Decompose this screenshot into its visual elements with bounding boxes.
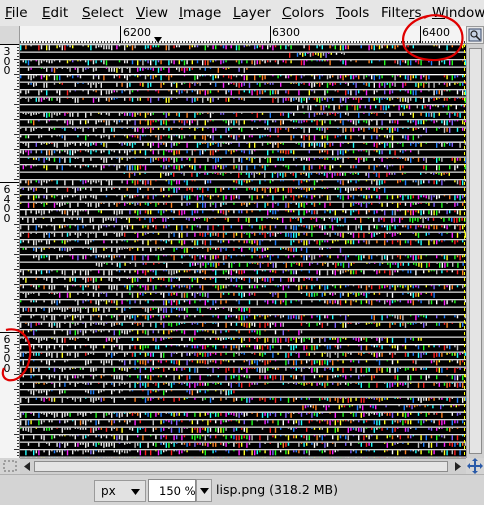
menu-view-label: iew bbox=[144, 5, 169, 21]
menu-select-label: elect bbox=[90, 5, 124, 21]
horizontal-ruler-ticks bbox=[20, 26, 465, 43]
vruler-label-6500: 6500 bbox=[3, 333, 11, 375]
ruler-label-6300: 6300 bbox=[272, 26, 300, 39]
status-filename: lisp.png (318.2 MB) bbox=[216, 482, 339, 497]
zoom-dropdown-button[interactable] bbox=[196, 479, 212, 502]
menu-image[interactable]: Image bbox=[179, 4, 221, 22]
quick-mask-button[interactable] bbox=[0, 458, 20, 474]
menu-image-label: mage bbox=[182, 5, 222, 21]
zoom-selector[interactable] bbox=[148, 479, 212, 502]
menu-tools-label: ools bbox=[341, 5, 370, 21]
chevron-down-icon bbox=[200, 488, 209, 494]
vertical-ruler-ticks bbox=[0, 44, 19, 456]
horizontal-scrollbar[interactable] bbox=[20, 458, 466, 474]
unit-value: px bbox=[101, 484, 116, 498]
vertical-scrollbar[interactable] bbox=[466, 44, 484, 458]
menubar: File Edit Select View Image Layer Colors… bbox=[0, 0, 484, 26]
menu-edit-label: dit bbox=[50, 5, 69, 21]
menu-file-label: ile bbox=[11, 5, 28, 21]
menu-windows-mnemonic: W bbox=[432, 5, 446, 21]
unit-selector[interactable]: px bbox=[94, 480, 146, 502]
arrow-left-icon[interactable] bbox=[21, 461, 33, 472]
menu-view-mnemonic: V bbox=[136, 5, 145, 21]
navigate-icon bbox=[468, 28, 482, 42]
menu-colors-label: olors bbox=[291, 5, 325, 21]
menu-layer-label: ayer bbox=[240, 5, 271, 21]
menu-edit[interactable]: Edit bbox=[42, 4, 68, 22]
chevron-down-icon bbox=[131, 489, 140, 495]
menu-windows[interactable]: Windows bbox=[432, 4, 484, 22]
menu-edit-mnemonic: E bbox=[42, 5, 51, 21]
menu-windows-label: indows bbox=[445, 5, 484, 21]
horizontal-ruler[interactable]: 6200 6300 6400 bbox=[20, 26, 466, 44]
ruler-label-6400: 6400 bbox=[422, 26, 450, 39]
menu-file[interactable]: File bbox=[5, 4, 28, 22]
vruler-label-300: 300 bbox=[3, 45, 11, 77]
menu-select[interactable]: Select bbox=[82, 4, 124, 22]
statusbar: px lisp.png (318.2 MB) bbox=[0, 474, 484, 505]
ruler-label-6200: 6200 bbox=[123, 26, 151, 39]
vertical-scrollbar-thumb[interactable] bbox=[469, 48, 482, 454]
menu-colors[interactable]: Colors bbox=[282, 4, 324, 22]
menu-tools[interactable]: Tools bbox=[336, 4, 369, 22]
navigate-cross-icon bbox=[467, 458, 483, 474]
menu-file-mnemonic: F bbox=[5, 5, 12, 21]
menu-layer-mnemonic: L bbox=[233, 5, 241, 21]
menu-select-mnemonic: S bbox=[82, 5, 91, 21]
navigate-button[interactable] bbox=[466, 26, 484, 44]
vertical-ruler[interactable]: 300 6400 6500 bbox=[0, 44, 20, 458]
image-pixels bbox=[20, 44, 466, 458]
arrow-right-icon[interactable] bbox=[452, 461, 464, 472]
navigate-corner-button[interactable] bbox=[466, 458, 484, 474]
horizontal-scrollbar-thumb[interactable] bbox=[34, 461, 448, 472]
menu-view[interactable]: View bbox=[136, 4, 168, 22]
image-canvas[interactable] bbox=[20, 44, 466, 458]
ruler-corner[interactable] bbox=[0, 26, 20, 44]
menu-layer[interactable]: Layer bbox=[233, 4, 271, 22]
vruler-label-6400: 6400 bbox=[3, 183, 11, 225]
menu-filters[interactable]: Filters bbox=[381, 4, 422, 22]
quick-mask-icon bbox=[3, 460, 17, 472]
zoom-input[interactable] bbox=[148, 479, 196, 502]
